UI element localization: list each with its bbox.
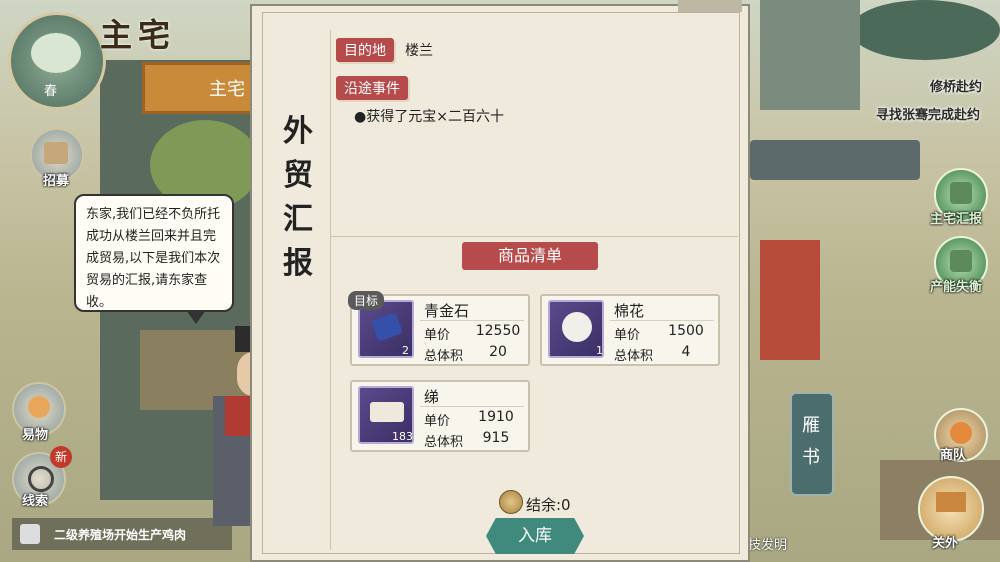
- destination-tag: 目的地: [336, 38, 394, 62]
- goods-price: 1500: [668, 323, 704, 339]
- scroll-icon: [44, 142, 68, 164]
- goods-count: 183: [392, 430, 413, 443]
- panel-border: [262, 12, 740, 554]
- goods-name: 棉花: [614, 302, 645, 320]
- row-divider: [420, 320, 524, 321]
- speech-text: 东家,我们已经不负所托成功从楼兰回来并且完成贸易,以下是我们本次贸易的汇报,请东…: [86, 207, 221, 310]
- goods-volume: 20: [489, 344, 507, 360]
- red-gate: [760, 240, 820, 360]
- capacity-label: 产能失衡: [930, 280, 983, 295]
- main-house-sign-text: 主宅: [209, 79, 245, 100]
- report-label: 主宅汇报: [930, 212, 983, 227]
- season-tree-icon: [31, 33, 81, 73]
- season-label: 春: [44, 84, 58, 99]
- report-title-char: 外: [283, 114, 313, 149]
- goods-price: 12550: [475, 323, 521, 339]
- lapis-shape: [371, 312, 403, 342]
- coin-icon: [499, 490, 523, 514]
- report-title: 外 贸 汇 报: [280, 110, 316, 286]
- row-divider: [610, 320, 714, 321]
- notice-icon: [20, 524, 40, 544]
- volume-label: 总体积: [424, 435, 464, 450]
- bell-icon: [950, 250, 972, 272]
- quest-1[interactable]: 修桥赴约: [930, 76, 982, 95]
- bell-icon: [950, 182, 972, 204]
- pine-tree: [850, 0, 1000, 60]
- report-title-char: 报: [283, 246, 313, 281]
- building-roof: [750, 140, 920, 180]
- goods-name: 青金石: [424, 302, 470, 320]
- new-badge: 新: [50, 446, 72, 468]
- recruit-label: 招募: [43, 174, 70, 189]
- cotton-shape: [562, 312, 592, 342]
- caravan-label: 商队: [940, 448, 967, 463]
- event-item: ●获得了元宝×二百六十: [354, 109, 504, 125]
- panel-hanger: [678, 0, 742, 12]
- goods-name: 绨: [424, 388, 440, 406]
- section-divider: [330, 236, 738, 237]
- volume-label: 总体积: [424, 349, 464, 364]
- row-divider: [420, 406, 524, 407]
- store-button[interactable]: 入库: [486, 518, 584, 554]
- goods-list-title: 商品清单: [462, 242, 598, 270]
- fruit-icon: [28, 396, 50, 418]
- notice-text: 二级养殖场开始生产鸡肉: [54, 528, 187, 542]
- bottom-hint: 技发明: [748, 538, 788, 553]
- price-label: 单价: [424, 328, 451, 343]
- balance-text: 结余:0: [526, 496, 571, 514]
- price-label: 单价: [614, 328, 641, 343]
- price-label: 单价: [424, 414, 451, 429]
- destination-value: 楼兰: [405, 43, 433, 59]
- outside-label: 关外: [932, 536, 959, 551]
- report-title-char: 贸: [283, 158, 313, 193]
- goods-price: 1910: [478, 409, 514, 425]
- peach-icon: [950, 422, 972, 444]
- goods-count: 2: [402, 344, 409, 357]
- goods-count: 1: [596, 344, 603, 357]
- report-title-char: 汇: [283, 202, 313, 237]
- magnifier-icon: [28, 466, 54, 492]
- goods-volume: 4: [681, 344, 691, 360]
- location-title: 主宅: [100, 16, 177, 54]
- clue-label: 线索: [22, 494, 49, 509]
- volume-label: 总体积: [614, 349, 654, 364]
- quest-2[interactable]: 寻找张骞完成赴约: [876, 104, 980, 123]
- trade-label: 易物: [22, 428, 49, 443]
- speech-bubble: 东家,我们已经不负所托成功从楼兰回来并且完成贸易,以下是我们本次贸易的汇报,请东…: [74, 194, 234, 312]
- silk-shape: [370, 402, 404, 422]
- letter-tab-label: 雁书: [802, 415, 820, 468]
- gate-pillar: [760, 0, 860, 110]
- goods-volume: 915: [482, 430, 510, 446]
- speech-bubble-tail: [186, 310, 206, 324]
- column-divider: [330, 30, 331, 550]
- events-tag: 沿途事件: [336, 76, 408, 100]
- target-badge: 目标: [348, 291, 385, 310]
- desert-icon: [936, 492, 966, 512]
